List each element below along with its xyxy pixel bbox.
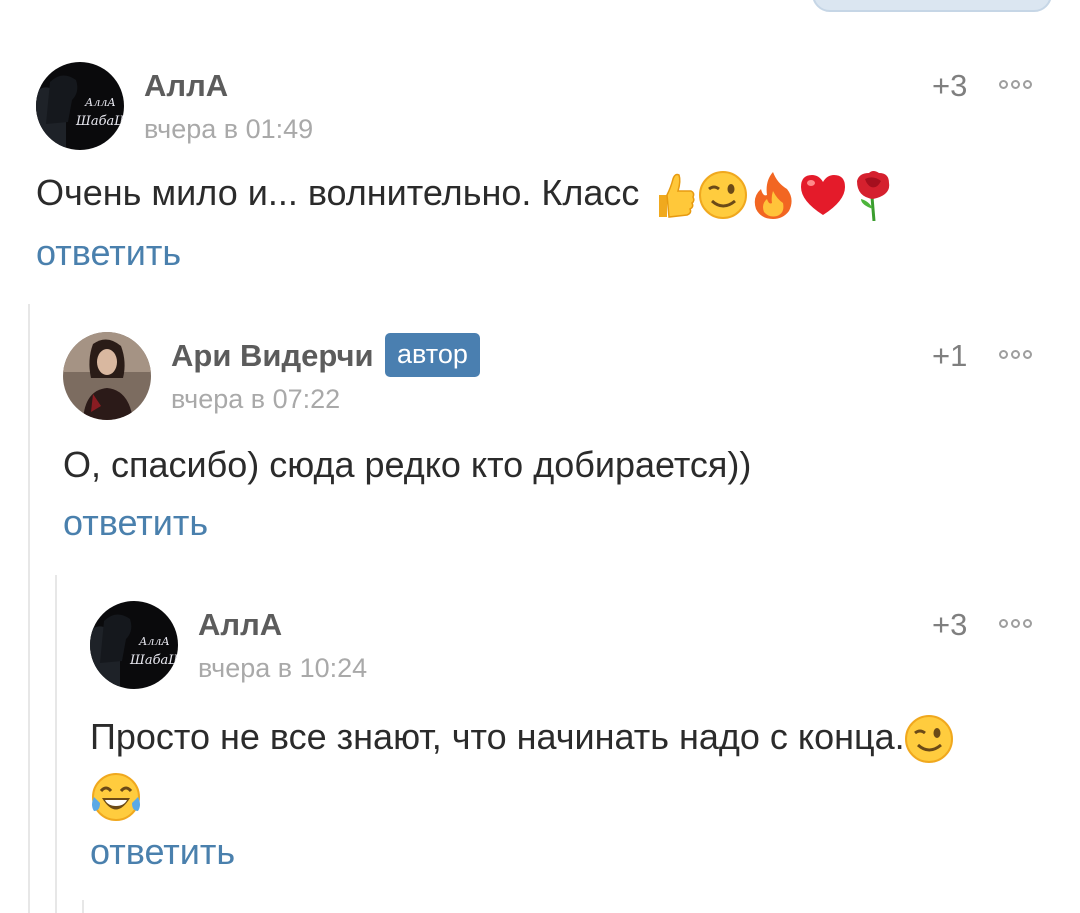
emoji-thumbs-up-icon xyxy=(649,172,699,219)
emoji-red-heart-icon xyxy=(799,172,849,216)
top-action-button[interactable] xyxy=(812,0,1052,12)
avatar[interactable]: АллА ШабаШ xyxy=(36,62,124,150)
svg-text:АллА: АллА xyxy=(138,635,170,648)
emoji-wink-icon xyxy=(904,715,955,764)
emoji-rose-icon xyxy=(849,171,899,222)
emoji-tears-of-joy-icon xyxy=(90,773,142,822)
comment-score: +3 xyxy=(932,607,968,642)
author-name[interactable]: АллА xyxy=(198,607,282,643)
timestamp[interactable]: вчера в 10:24 xyxy=(198,653,367,684)
author-name[interactable]: АллА xyxy=(144,68,228,104)
reply-link[interactable]: ответить xyxy=(90,831,235,873)
comment-text-body: Очень мило и... волнительно. Класс xyxy=(36,172,650,213)
emoji-wink-icon xyxy=(699,171,749,220)
thread-line-level-2 xyxy=(55,575,57,913)
comment-text-body: Просто не все знают, что начинать надо с… xyxy=(90,716,905,757)
svg-text:АллА: АллА xyxy=(84,96,116,109)
timestamp[interactable]: вчера в 07:22 xyxy=(171,384,340,415)
comment-text-continued xyxy=(90,766,142,824)
svg-text:ШабаШ: ШабаШ xyxy=(75,114,124,129)
emoji-fire-icon xyxy=(749,172,799,220)
comment-text: О, спасибо) сюда редко кто добирается)) xyxy=(63,444,752,485)
reply-link[interactable]: ответить xyxy=(63,502,208,544)
more-options-icon[interactable] xyxy=(999,347,1032,361)
comment-score: +1 xyxy=(932,338,968,373)
thread-line-level-1 xyxy=(28,304,30,913)
thread-line-level-3 xyxy=(82,900,84,913)
timestamp[interactable]: вчера в 01:49 xyxy=(144,114,313,145)
more-options-icon[interactable] xyxy=(999,77,1032,91)
comment-text: Очень мило и... волнительно. Класс xyxy=(36,164,899,222)
author-badge: автор xyxy=(385,333,480,377)
comment-text: Просто не все знают, что начинать надо с… xyxy=(90,708,955,766)
reply-link[interactable]: ответить xyxy=(36,232,181,274)
avatar[interactable]: АллА ШабаШ xyxy=(90,601,178,689)
author-name[interactable]: Ари Видерчи xyxy=(171,338,374,374)
avatar[interactable] xyxy=(63,332,151,420)
more-options-icon[interactable] xyxy=(999,616,1032,630)
comment-score: +3 xyxy=(932,68,968,103)
svg-text:ШабаШ: ШабаШ xyxy=(129,653,178,668)
